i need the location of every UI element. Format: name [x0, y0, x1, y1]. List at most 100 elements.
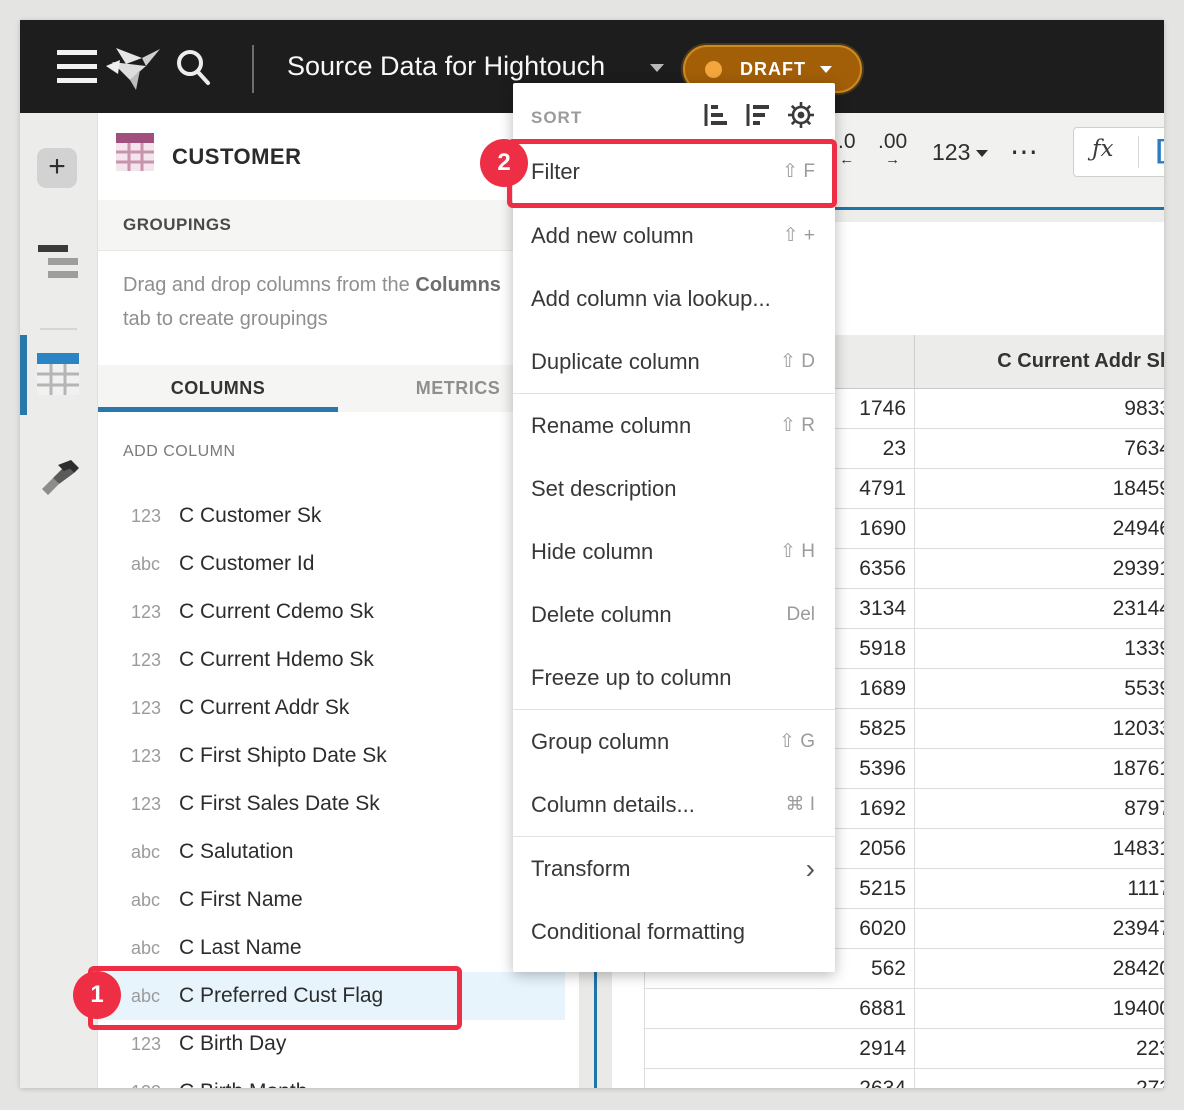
- cell-current-addr-sk: 14831: [915, 829, 1164, 868]
- column-header-current-addr-sk[interactable]: C Current Addr Sk: [915, 335, 1164, 388]
- fx-icon: ƒx: [1092, 136, 1113, 162]
- menu-item-group-column[interactable]: Group column⇧ G: [513, 710, 835, 773]
- column-list-item[interactable]: 123C Current Cdemo Sk: [98, 588, 565, 636]
- cell-current-addr-sk: 18761: [915, 749, 1164, 788]
- more-options-button[interactable]: ⋯: [1010, 135, 1040, 168]
- number-format-label: 123: [932, 139, 970, 165]
- menu-item-shortcut: Del: [786, 604, 815, 626]
- table-row[interactable]: 688119400: [645, 989, 1164, 1029]
- menu-item-label: Add new column: [531, 223, 783, 249]
- menu-item-label: Set description: [531, 476, 815, 502]
- sort-label: SORT: [531, 108, 687, 128]
- groupings-section[interactable]: GROUPINGS: [98, 200, 579, 251]
- cell-current-addr-sk: 9833: [915, 389, 1164, 428]
- column-type-badge: 123: [131, 636, 175, 684]
- decrease-decimal-label: .0: [838, 131, 856, 153]
- sort-ascending-icon[interactable]: [703, 102, 729, 133]
- menu-item-label: Conditional formatting: [531, 919, 815, 945]
- tab-columns[interactable]: COLUMNS: [98, 365, 338, 412]
- column-list-item[interactable]: abcC Customer Id: [98, 540, 565, 588]
- column-list-item[interactable]: abcC First Name: [98, 876, 565, 924]
- column-name: C Salutation: [179, 828, 293, 876]
- column-type-badge: 123: [131, 1020, 175, 1068]
- search-icon[interactable]: [172, 46, 216, 90]
- active-tab-underline: [98, 407, 338, 412]
- page-elements-icon[interactable]: [38, 245, 78, 277]
- menu-item-label: Delete column: [531, 602, 786, 628]
- menu-item-shortcut: ⇧ H: [780, 540, 815, 563]
- menu-item-shortcut: ⇧ R: [780, 414, 815, 437]
- table-element-icon[interactable]: [37, 353, 79, 400]
- add-column-label[interactable]: ADD COLUMN: [123, 443, 236, 461]
- add-element-button[interactable]: +: [37, 148, 77, 188]
- active-rail-indicator: [20, 335, 27, 415]
- menu-item-transform[interactable]: Transform›: [513, 837, 835, 900]
- column-type-badge: abc: [131, 828, 175, 876]
- number-format-dropdown[interactable]: 123: [932, 139, 988, 166]
- cell-current-addr-sk: 1339: [915, 629, 1164, 668]
- increase-decimal-button[interactable]: .00 →: [878, 131, 907, 167]
- column-name: C First Shipto Date Sk: [179, 732, 387, 780]
- column-list-item[interactable]: abcC Preferred Cust Flag: [98, 972, 565, 1020]
- menu-item-column-details[interactable]: Column details...⌘ I: [513, 773, 835, 836]
- column-list-item[interactable]: 123C Birth Day: [98, 1020, 565, 1068]
- column-list-item[interactable]: 123C Birth Month: [98, 1068, 565, 1088]
- menu-item-list: Filter⇧ FAdd new column⇧ +Add column via…: [513, 140, 835, 963]
- menu-item-label: Hide column: [531, 539, 780, 565]
- column-list-item[interactable]: 123C First Shipto Date Sk: [98, 732, 565, 780]
- element-panel: CUSTOMER GROUPINGS Drag and drop columns…: [97, 113, 579, 1088]
- column-type-badge: abc: [131, 876, 175, 924]
- app-window: o Sk C Current Addr Sk 17469833237634479…: [20, 20, 1164, 1088]
- column-list-item[interactable]: abcC Last Name: [98, 924, 565, 972]
- menu-item-rename-column[interactable]: Rename column⇧ R: [513, 394, 835, 457]
- column-list-item[interactable]: 123C First Sales Date Sk: [98, 780, 565, 828]
- menu-item-duplicate-column[interactable]: Duplicate column⇧ D: [513, 330, 835, 393]
- column-list-item[interactable]: 123C Current Addr Sk: [98, 684, 565, 732]
- hamburger-menu-icon[interactable]: [57, 50, 97, 83]
- table-row[interactable]: 2634273: [645, 1069, 1164, 1088]
- menu-item-add-column-via-lookup[interactable]: Add column via lookup...: [513, 267, 835, 330]
- column-name: C Current Addr Sk: [179, 684, 349, 732]
- cell-current-addr-sk: 28420: [915, 949, 1164, 988]
- cell-current-addr-sk: 5539: [915, 669, 1164, 708]
- menu-item-label: Column details...: [531, 792, 785, 818]
- menu-item-label: Freeze up to column: [531, 665, 815, 691]
- formula-bar-divider: [1138, 136, 1139, 168]
- cell-current-addr-sk: 23947: [915, 909, 1164, 948]
- format-brush-icon[interactable]: [38, 451, 80, 500]
- workbook-title-caret-icon[interactable]: [650, 64, 664, 72]
- menu-sort-row: SORT: [513, 95, 835, 140]
- menu-item-filter[interactable]: Filter⇧ F: [513, 140, 835, 203]
- table-row[interactable]: 2914223: [645, 1029, 1164, 1069]
- number-format-caret-icon: [976, 150, 988, 157]
- formula-bar[interactable]: ƒx [: [1073, 127, 1164, 177]
- column-type-badge: abc: [131, 972, 175, 1020]
- cell-current-addr-sk: 223: [915, 1029, 1164, 1068]
- menu-item-delete-column[interactable]: Delete columnDel: [513, 583, 835, 646]
- column-list-item[interactable]: abcC Salutation: [98, 828, 565, 876]
- decrease-decimal-button[interactable]: .0 ←: [838, 131, 856, 167]
- menu-item-hide-column[interactable]: Hide column⇧ H: [513, 520, 835, 583]
- rail-divider: [40, 328, 77, 330]
- column-type-badge: 123: [131, 1068, 175, 1088]
- sort-settings-gear-icon[interactable]: [787, 101, 815, 134]
- cell-hdemo-sk: 2634: [645, 1069, 915, 1088]
- column-name: C Last Name: [179, 924, 302, 972]
- menu-item-shortcut: ⌘ I: [785, 793, 815, 816]
- menu-item-set-description[interactable]: Set description: [513, 457, 835, 520]
- column-name: C Customer Id: [179, 540, 314, 588]
- menu-item-freeze-up-to-column[interactable]: Freeze up to column: [513, 646, 835, 709]
- menu-item-shortcut: ⇧ F: [782, 160, 815, 183]
- column-list-item[interactable]: 123C Current Hdemo Sk: [98, 636, 565, 684]
- column-list: 123C Customer SkabcC Customer Id123C Cur…: [98, 492, 565, 1088]
- sort-descending-icon[interactable]: [745, 102, 771, 133]
- menu-item-add-new-column[interactable]: Add new column⇧ +: [513, 204, 835, 267]
- draft-dot-icon: [705, 61, 722, 78]
- sigma-logo-icon[interactable]: [106, 40, 160, 101]
- increase-decimal-arrow-icon: →: [878, 153, 907, 167]
- source-table-header: CUSTOMER: [98, 113, 579, 201]
- column-list-item[interactable]: 123C Customer Sk: [98, 492, 565, 540]
- menu-item-conditional-formatting[interactable]: Conditional formatting: [513, 900, 835, 963]
- source-table-name[interactable]: CUSTOMER: [172, 113, 302, 200]
- column-type-badge: 123: [131, 588, 175, 636]
